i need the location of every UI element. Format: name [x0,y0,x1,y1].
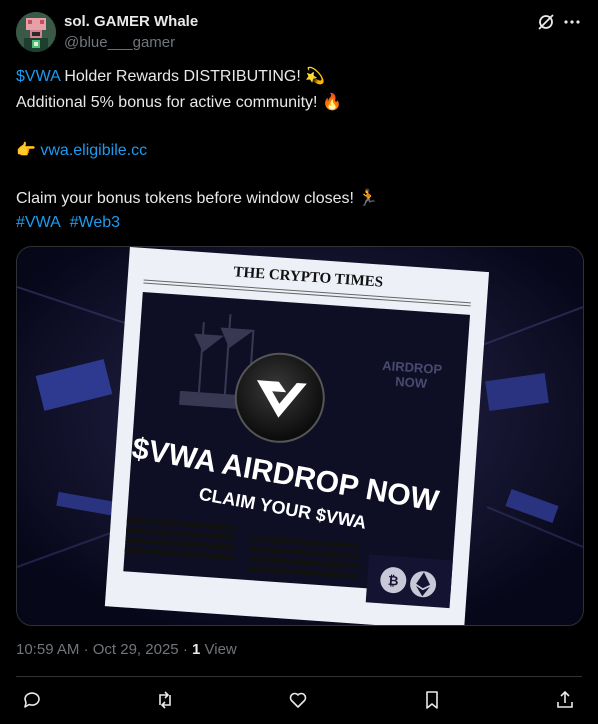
hashtag-link[interactable]: #Web3 [70,214,120,231]
retweet-icon[interactable] [153,688,177,712]
dizzy-emoji: 💫 [305,68,326,85]
tweet-line-1: $VWA Holder Rewards DISTRIBUTING! 💫 [16,66,325,88]
like-icon[interactable] [286,688,310,712]
tweet-meta: 10:59 AM · Oct 29, 2025 · 1 View [16,641,237,658]
url-link[interactable]: vwa.eligibile.cc [40,142,147,159]
bitcoin-icon: ₿ [387,574,399,590]
pixel-avatar-image [16,12,56,52]
tweet-line-3: 👉 vwa.eligibile.cc [16,140,147,162]
more-icon[interactable] [562,12,582,32]
tweet-line-2: Additional 5% bonus for active community… [16,92,342,114]
newspaper-illustration: THE CRYPTO TIMES AIRDROP NOW $VWA AIRDRO… [17,247,583,625]
pointing-emoji: 👉 [16,142,36,159]
tweet-line-4: Claim your bonus tokens before window cl… [16,188,378,210]
fire-emoji: 🔥 [321,94,342,111]
share-icon[interactable] [553,688,577,712]
reply-icon[interactable] [20,688,44,712]
views-label: View [204,641,237,658]
grok-icon[interactable] [536,12,556,32]
views-count: 1 [191,641,201,658]
author-name[interactable]: sol. GAMER Whale [64,13,198,30]
author-handle[interactable]: @blue___gamer [64,34,175,51]
tweet-hashtags: #VWA #Web3 [16,212,120,234]
tweet-date[interactable]: Oct 29, 2025 [93,641,179,658]
tweet-media-image[interactable]: THE CRYPTO TIMES AIRDROP NOW $VWA AIRDRO… [16,246,584,626]
meta-separator: · [83,641,89,658]
tweet-text: Additional 5% bonus for active community… [16,94,318,111]
meta-separator: · [182,641,188,658]
hashtag-link[interactable]: #VWA [16,214,61,231]
divider [16,676,582,677]
bg-text: NOW [395,374,428,391]
tweet-text: Claim your bonus tokens before window cl… [16,190,354,207]
avatar[interactable] [16,12,56,52]
bookmark-icon[interactable] [420,688,444,712]
tweet-time[interactable]: 10:59 AM [16,641,79,658]
cashtag-link[interactable]: $VWA [16,68,60,85]
runner-emoji: 🏃 [358,190,379,207]
tweet-text: Holder Rewards DISTRIBUTING! [64,68,301,85]
